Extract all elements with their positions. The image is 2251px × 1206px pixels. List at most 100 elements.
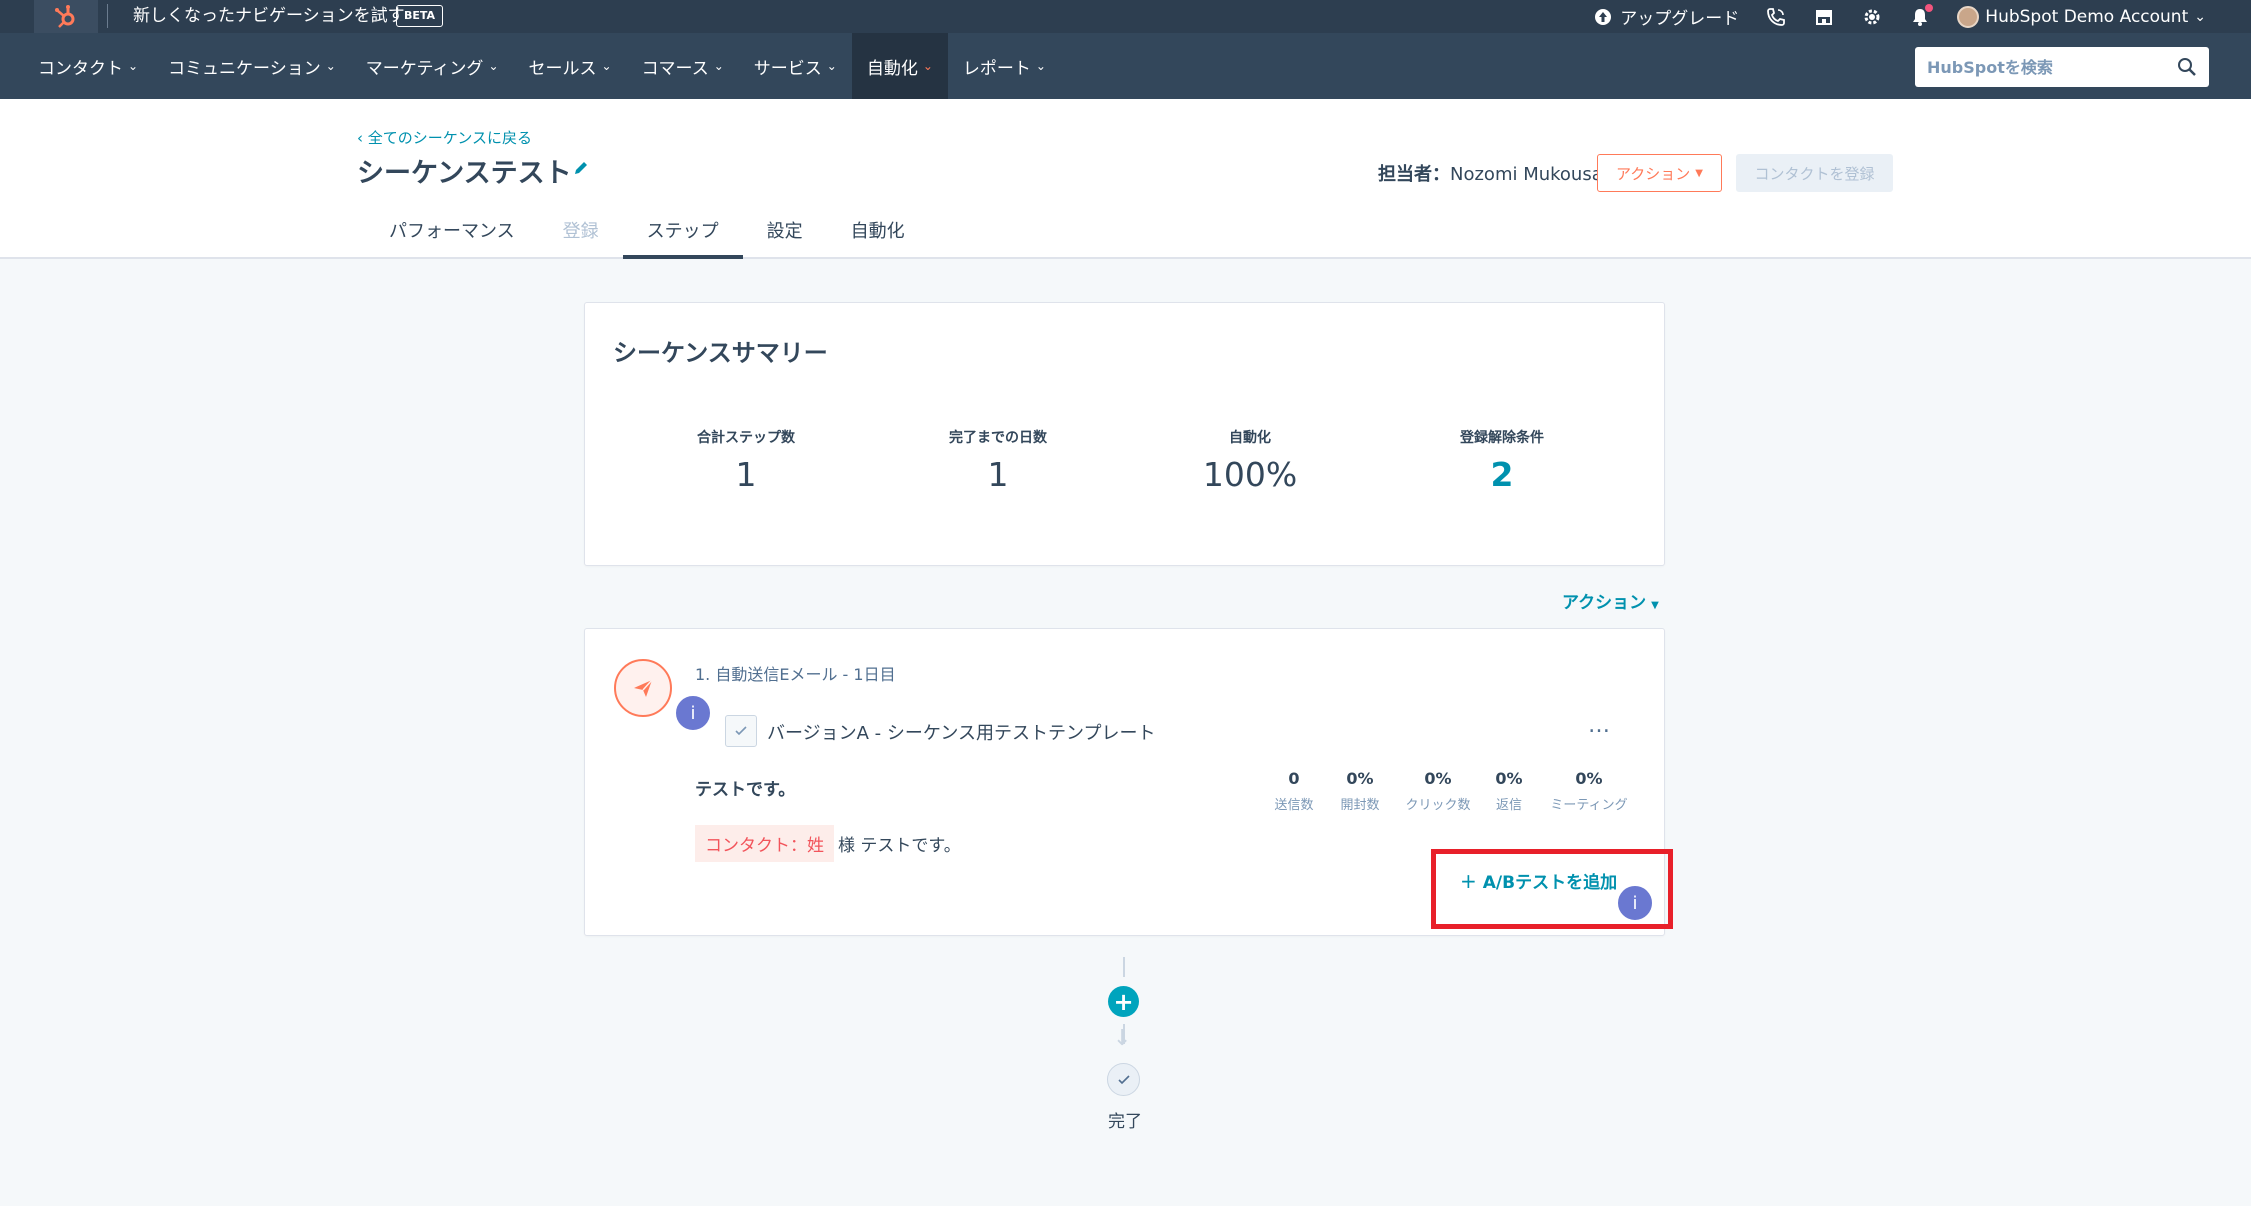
unenroll-criteria-link[interactable]: 2 <box>1392 455 1612 494</box>
chevron-down-icon: ⌄ <box>826 59 837 73</box>
metric-value: 0% <box>1495 769 1523 788</box>
nav-label: コマース <box>641 58 709 79</box>
back-link[interactable]: ‹ 全てのシーケンスに戻る <box>357 127 532 148</box>
stat-value: 1 <box>735 455 757 494</box>
done-check-icon <box>1107 1063 1140 1096</box>
back-link-label: 全てのシーケンスに戻る <box>367 129 533 147</box>
add-ab-test-label: A/Bテストを追加 <box>1482 873 1618 893</box>
nav-item-service[interactable]: サービス ⌄ <box>739 33 852 99</box>
metric-label: 送信数 <box>1274 798 1314 813</box>
chevron-down-icon: ⌄ <box>601 59 612 73</box>
metric-meetings: 0% ミーティング <box>1544 769 1634 813</box>
tab-performance[interactable]: パフォーマンス <box>365 207 539 259</box>
stat-days-to-complete: 完了までの日数 1 <box>888 427 1108 494</box>
caret-down-icon: ▼ <box>1695 167 1703 179</box>
upgrade-button[interactable]: アップグレード <box>1592 4 1739 29</box>
chevron-down-icon: ⌄ <box>2194 8 2206 25</box>
version-checkbox[interactable] <box>725 715 757 747</box>
nav-label: マーケティング <box>365 58 484 79</box>
summary-title: シーケンスサマリー <box>613 339 828 367</box>
page-title: シーケンステスト <box>357 158 572 189</box>
chevron-down-icon: ⌄ <box>922 59 933 73</box>
caret-down-icon: ▼ <box>1651 600 1659 611</box>
owner-name[interactable]: Nozomi Mukousa <box>1450 164 1603 185</box>
metric-label: ミーティング <box>1550 798 1628 813</box>
email-metrics: 0 送信数 0% 開封数 0% クリック数 0% 返信 0% ミーティング <box>1270 769 1652 813</box>
settings-button[interactable] <box>1861 6 1883 28</box>
nav-item-marketing[interactable]: マーケティング ⌄ <box>351 33 514 99</box>
chevron-down-icon: ⌄ <box>713 59 724 73</box>
main-nav: コンタクト ⌄ コミュニケーション ⌄ マーケティング ⌄ セールス ⌄ コマース ⌄ サ… <box>0 33 2251 99</box>
personalization-token: コンタクト：姓 <box>695 825 834 862</box>
notifications-button[interactable] <box>1909 3 1934 28</box>
hubspot-logo-icon[interactable] <box>34 0 98 33</box>
email-subject: テストです。 <box>695 780 796 800</box>
pencil-icon[interactable] <box>572 159 590 177</box>
nav-label: サービス <box>753 58 822 79</box>
add-ab-test-button[interactable]: + A/Bテストを追加 <box>1460 868 1617 893</box>
metric-label: クリック数 <box>1405 798 1471 813</box>
tab-automation[interactable]: 自動化 <box>827 207 929 259</box>
actions-link-label: アクション <box>1562 593 1647 613</box>
nav-item-automation[interactable]: 自動化 ⌄ <box>851 33 948 99</box>
nav-item-reports[interactable]: レポート ⌄ <box>948 33 1061 99</box>
enroll-contacts-button[interactable]: コンタクトを登録 <box>1736 154 1893 192</box>
owner-label: 担当者： <box>1378 164 1450 185</box>
calling-button[interactable] <box>1765 6 1787 28</box>
action-dropdown-button[interactable]: アクション ▼ <box>1597 154 1722 192</box>
metric-value: 0 <box>1288 769 1300 788</box>
nav-item-conversations[interactable]: コミュニケーション ⌄ <box>153 33 351 99</box>
add-step-button[interactable]: + <box>1108 986 1139 1017</box>
nav-label: コンタクト <box>38 58 123 79</box>
metric-value: 0% <box>1424 769 1452 788</box>
steps-actions-dropdown[interactable]: アクション ▼ <box>1562 588 1659 613</box>
tab-steps[interactable]: ステップ <box>622 207 743 259</box>
nav-label: セールス <box>528 58 597 79</box>
metric-value: 0% <box>1346 769 1374 788</box>
search-icon[interactable] <box>2177 57 2197 77</box>
account-menu[interactable]: HubSpot Demo Account ⌄ <box>1957 5 2206 28</box>
tab-bar: パフォーマンス 登録 ステップ 設定 自動化 <box>365 207 929 259</box>
arrow-down-icon: ↓ <box>1113 1026 1132 1051</box>
chevron-down-icon: ⌄ <box>1035 59 1046 73</box>
metric-label: 返信 <box>1495 798 1522 813</box>
marketplace-store-icon <box>1813 6 1835 28</box>
metric-label: 開封数 <box>1340 798 1380 813</box>
nav-item-commerce[interactable]: コマース ⌄ <box>627 33 739 99</box>
info-badge[interactable]: i <box>1616 884 1654 922</box>
top-bar: 新しくなったナビゲーションを試す BETA アップグレード HubSpot De… <box>0 0 2251 33</box>
send-email-icon <box>614 659 672 717</box>
chevron-down-icon: ⌄ <box>325 59 336 73</box>
upgrade-label: アップグレード <box>1620 9 1740 29</box>
new-navigation-link[interactable]: 新しくなったナビゲーションを試す <box>133 5 405 27</box>
marketplace-button[interactable] <box>1813 6 1835 28</box>
search-input[interactable] <box>1915 47 2209 87</box>
search-box <box>1915 47 2209 87</box>
stat-value: 1 <box>987 455 1009 494</box>
tab-settings[interactable]: 設定 <box>743 207 827 259</box>
metric-replied: 0% 返信 <box>1492 769 1526 813</box>
stat-automation: 自動化 100% <box>1140 427 1360 494</box>
metric-clicked: 0% クリック数 <box>1402 769 1474 813</box>
page-header: ‹ 全てのシーケンスに戻る シーケンステスト 担当者：Nozomi Mukous… <box>0 99 2251 259</box>
done-label: 完了 <box>1108 1112 1142 1132</box>
sequence-summary-card: シーケンスサマリー 合計ステップ数 1 完了までの日数 1 自動化 100% 登… <box>584 302 1665 566</box>
account-name: HubSpot Demo Account <box>1985 6 2189 27</box>
nav-label: レポート <box>962 58 1031 79</box>
nav-item-contacts[interactable]: コンタクト ⌄ <box>23 33 153 99</box>
stat-label: 登録解除条件 <box>1460 430 1544 446</box>
more-options-icon[interactable]: … <box>1588 713 1611 738</box>
email-body-preview: コンタクト：姓 様 テストです。 <box>695 825 961 862</box>
upgrade-arrow-icon <box>1592 6 1614 28</box>
tab-enrollments[interactable]: 登録 <box>539 207 623 259</box>
stat-label: 自動化 <box>1229 430 1271 446</box>
phone-icon <box>1765 6 1787 28</box>
email-body-text: 様 テストです。 <box>838 836 961 856</box>
step-title: 1. 自動送信Eメール - 1日目 <box>695 665 896 684</box>
nav-item-sales[interactable]: セールス ⌄ <box>514 33 627 99</box>
nav-label: コミュニケーション <box>168 58 321 79</box>
version-label[interactable]: バージョンA - シーケンス用テストテンプレート <box>767 719 1155 745</box>
info-badge[interactable]: i <box>674 694 712 732</box>
stat-label: 完了までの日数 <box>949 430 1047 446</box>
connector-line <box>1123 957 1125 977</box>
